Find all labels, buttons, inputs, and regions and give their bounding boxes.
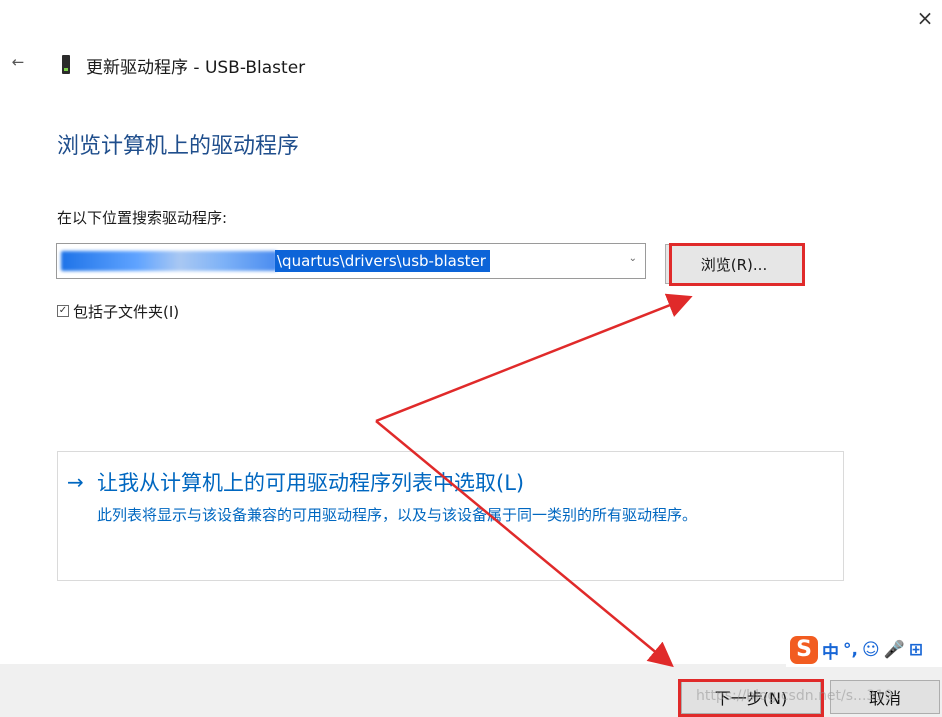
path-input-value: \quartus\drivers\usb-blaster xyxy=(275,250,490,272)
annotation-arrow-to-browse xyxy=(375,293,693,423)
window-title: 更新驱动程序 - USB-Blaster xyxy=(86,58,306,78)
next-button[interactable]: 下一步(N) xyxy=(681,680,821,714)
usb-device-icon xyxy=(62,55,70,74)
ime-emoji-icon[interactable]: ☺ xyxy=(862,640,880,660)
cancel-button[interactable]: 取消 xyxy=(830,680,940,714)
pick-from-list-description: 此列表将显示与该设备兼容的可用驱动程序，以及与该设备属于同一类别的所有驱动程序。 xyxy=(97,506,698,524)
search-location-label: 在以下位置搜索驱动程序: xyxy=(57,209,228,227)
back-button[interactable]: ← xyxy=(6,50,30,74)
include-subfolders-checkbox[interactable]: ✓ xyxy=(57,305,69,317)
browse-button[interactable]: 浏览(R)... xyxy=(665,244,803,284)
driver-path-combobox[interactable]: \quartus\drivers\usb-blaster ⌄ xyxy=(56,243,646,279)
ime-toolbar[interactable]: S 中 °, ☺ 🎤 ⊞ xyxy=(786,633,942,667)
page-heading: 浏览计算机上的驱动程序 xyxy=(57,134,300,159)
ime-keyboard-icon[interactable]: ⊞ xyxy=(909,640,923,660)
ime-punctuation-icon[interactable]: °, xyxy=(843,640,858,660)
ime-voice-icon[interactable]: 🎤 xyxy=(884,640,905,660)
chevron-down-icon[interactable]: ⌄ xyxy=(629,253,637,264)
ime-chinese-mode[interactable]: 中 xyxy=(822,638,839,663)
redacted-path-segment xyxy=(61,251,277,271)
back-arrow-icon: ← xyxy=(11,53,25,71)
pick-from-list-link[interactable]: 让我从计算机上的可用驱动程序列表中选取(L) xyxy=(97,467,524,497)
include-subfolders-label[interactable]: 包括子文件夹(I) xyxy=(73,301,179,322)
right-arrow-icon: → xyxy=(67,470,84,494)
close-icon: × xyxy=(916,6,934,30)
sogou-logo-icon[interactable]: S xyxy=(790,636,818,664)
annotation-arrows xyxy=(375,293,693,668)
close-button[interactable]: × xyxy=(908,4,942,32)
